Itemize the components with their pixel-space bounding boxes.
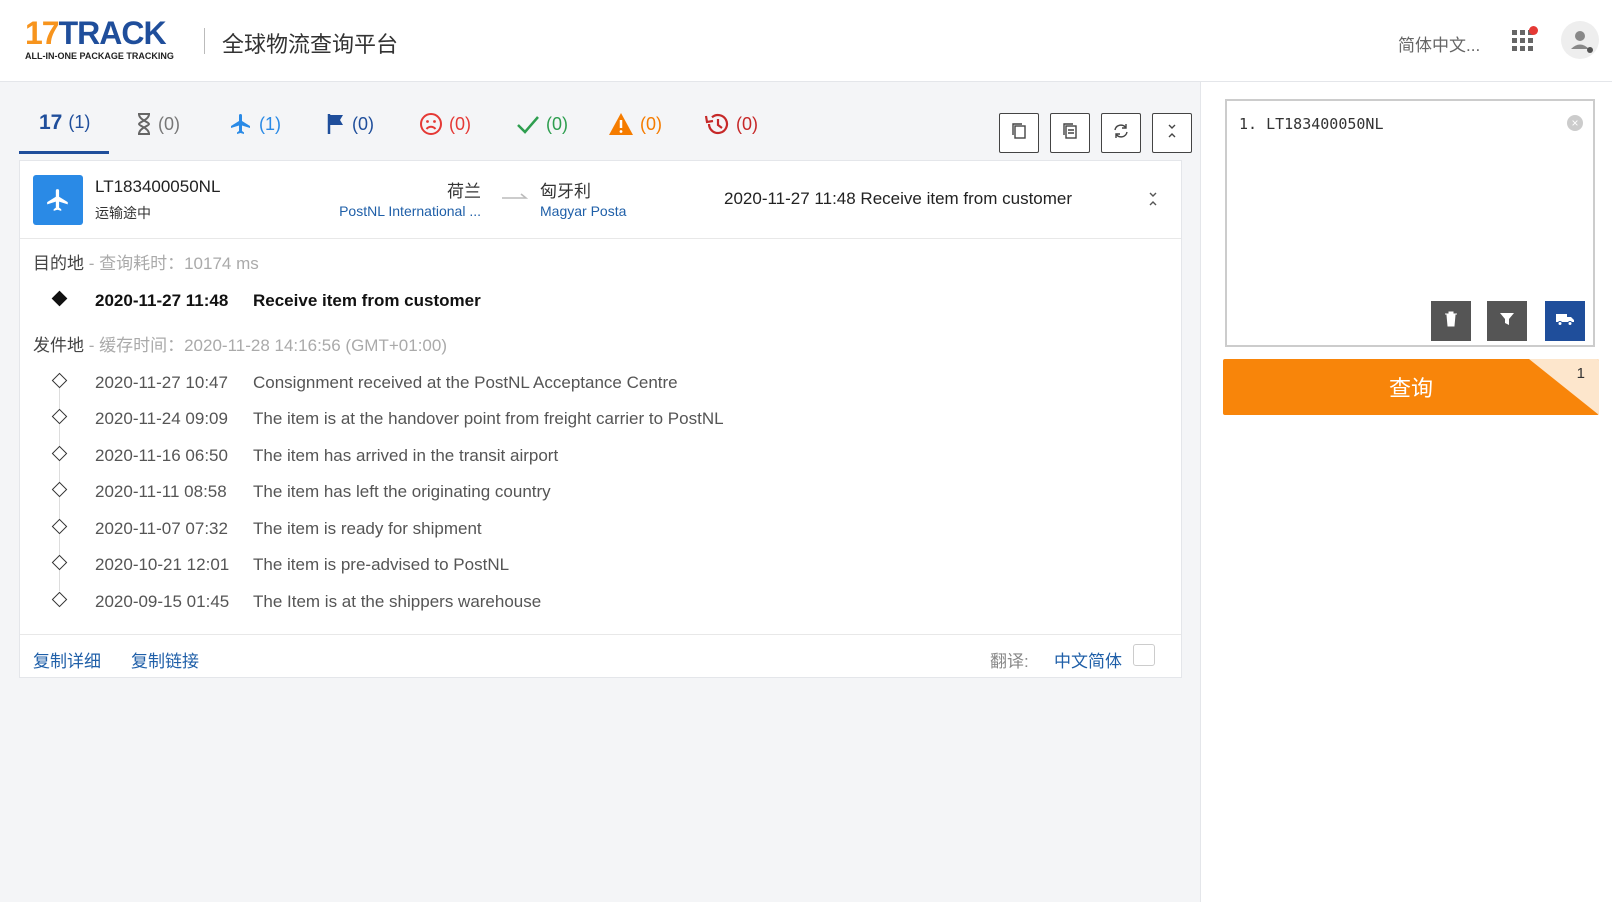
- shipment-card: LT183400050NL 运输途中 荷兰 PostNL Internation…: [19, 160, 1182, 678]
- history-icon: [704, 112, 730, 136]
- tab-pickup[interactable]: (0): [326, 94, 374, 154]
- collapse-all-button[interactable]: [1152, 113, 1192, 153]
- event-marker-icon: [51, 372, 68, 389]
- tab-all[interactable]: 17 (1): [19, 94, 109, 154]
- event-marker-icon: [51, 481, 68, 498]
- event-marker-icon: [51, 290, 68, 307]
- copy-link-link[interactable]: 复制链接: [131, 647, 199, 672]
- event-marker-icon: [51, 518, 68, 535]
- refresh-icon: [1112, 122, 1130, 145]
- flag-icon: [326, 113, 346, 135]
- copy-all-button[interactable]: [1050, 113, 1090, 153]
- translate-checkbox[interactable]: [1133, 644, 1155, 666]
- event-row: 2020-11-07 07:32 The item is ready for s…: [20, 515, 1180, 545]
- event-row: 2020-09-15 01:45 The Item is at the ship…: [20, 588, 1180, 618]
- language-selector[interactable]: 简体中文...: [1398, 31, 1480, 56]
- event-row: 2020-11-16 06:50 The item has arrived in…: [20, 442, 1180, 472]
- 17-logo-icon: 17: [39, 110, 63, 134]
- refresh-button[interactable]: [1101, 113, 1141, 153]
- event-row: 2020-11-27 10:47 Consignment received at…: [20, 369, 1180, 399]
- translate-language-select[interactable]: 中文简体: [1054, 647, 1122, 672]
- copy-icon: [1011, 122, 1027, 145]
- filter-icon: [1499, 311, 1515, 332]
- origin-country: 荷兰: [447, 182, 481, 201]
- destination-country: 匈牙利: [540, 182, 591, 201]
- event-row: 2020-11-11 08:58 The item has left the o…: [20, 478, 1180, 508]
- tab-alert[interactable]: (0): [608, 94, 662, 154]
- latest-event: 2020-11-27 11:48 Receive item from custo…: [724, 189, 1073, 208]
- trash-icon: [1444, 311, 1458, 332]
- airplane-status-icon: [33, 175, 83, 225]
- status-tabs: 17 (1) (0) (1) (0) (0) (0) (0) (0): [19, 94, 1192, 154]
- results-pane: 17 (1) (0) (1) (0) (0) (0) (0) (0) LT183…: [0, 82, 1200, 902]
- event-row: 2020-10-21 12:01 The item is pre-advised…: [20, 551, 1180, 581]
- tab-in-transit[interactable]: (1): [229, 94, 281, 154]
- carrier-select-button[interactable]: [1545, 301, 1585, 341]
- copy-button[interactable]: [999, 113, 1039, 153]
- delete-button[interactable]: [1431, 301, 1471, 341]
- destination-section-title: 目的地 - 查询耗时：10174 ms: [33, 254, 259, 273]
- copy-details-link[interactable]: 复制详细: [33, 647, 101, 672]
- tab-expired[interactable]: (0): [704, 94, 758, 154]
- apps-grid-icon[interactable]: [1512, 26, 1538, 52]
- tracking-input-text[interactable]: 1. LT183400050NL: [1239, 115, 1384, 133]
- header: 17TRACK ALL-IN-ONE PACKAGE TRACKING 全球物流…: [0, 0, 1612, 82]
- notification-dot: [1529, 26, 1538, 35]
- event-marker-icon: [51, 591, 68, 608]
- translate-label: 翻译:: [990, 652, 1029, 671]
- event-marker-icon: [51, 408, 68, 425]
- query-button[interactable]: 查询 1: [1223, 359, 1599, 415]
- collapse-icon: [1165, 123, 1179, 144]
- count-badge: [1529, 359, 1599, 415]
- query-panel: 1. LT183400050NL × 查询 1: [1200, 82, 1612, 902]
- tab-delivered[interactable]: (0): [516, 94, 568, 154]
- shipment-summary[interactable]: LT183400050NL 运输途中 荷兰 PostNL Internation…: [20, 161, 1181, 239]
- origin-section-title: 发件地 - 缓存时间：2020-11-28 14:16:56 (GMT+01:0…: [33, 336, 447, 355]
- copy-list-icon: [1062, 122, 1078, 145]
- platform-title: 全球物流查询平台: [222, 32, 399, 57]
- warning-icon: [608, 112, 634, 136]
- event-row: 2020-11-27 11:48 Receive item from custo…: [20, 287, 1180, 317]
- tracking-input[interactable]: 1. LT183400050NL ×: [1225, 99, 1595, 347]
- filter-button[interactable]: [1487, 301, 1527, 341]
- logo-subtitle: ALL-IN-ONE PACKAGE TRACKING: [25, 51, 174, 61]
- event-marker-icon: [51, 554, 68, 571]
- airplane-icon: [229, 112, 253, 136]
- event-marker-icon: [51, 445, 68, 462]
- tracking-number[interactable]: LT183400050NL: [95, 177, 220, 197]
- query-count: 1: [1576, 365, 1585, 382]
- clear-input-icon[interactable]: ×: [1567, 115, 1583, 131]
- collapse-details-icon[interactable]: [1147, 191, 1159, 212]
- sad-face-icon: [419, 112, 443, 136]
- route-arrow-icon: [500, 189, 529, 207]
- destination-carrier-link[interactable]: Magyar Posta: [540, 203, 626, 219]
- user-avatar-icon[interactable]: [1561, 21, 1599, 59]
- tab-not-found[interactable]: (0): [136, 94, 180, 154]
- origin-carrier-link[interactable]: PostNL International ...: [339, 203, 481, 219]
- divider: [204, 28, 205, 54]
- shipment-status: 运输途中: [95, 205, 151, 221]
- check-icon: [516, 113, 540, 135]
- hourglass-icon: [136, 113, 152, 135]
- truck-icon: [1555, 311, 1575, 332]
- card-footer: 复制详细 复制链接 翻译: 中文简体: [20, 634, 1181, 678]
- tab-undelivered[interactable]: (0): [419, 94, 471, 154]
- logo[interactable]: 17TRACK ALL-IN-ONE PACKAGE TRACKING: [25, 17, 174, 61]
- event-row: 2020-11-24 09:09 The item is at the hand…: [20, 405, 1180, 435]
